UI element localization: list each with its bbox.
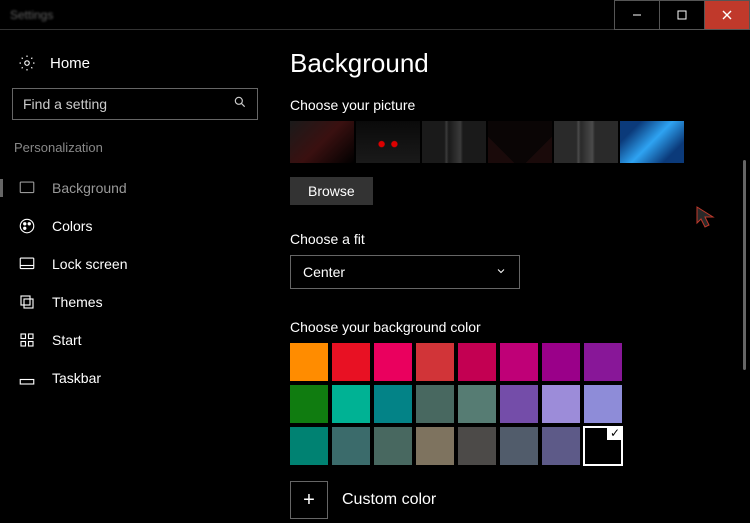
choose-color-label: Choose your background color — [290, 319, 730, 335]
sidebar-item-background[interactable]: Background — [12, 169, 258, 207]
color-swatch[interactable] — [374, 343, 412, 381]
picture-thumb[interactable] — [620, 121, 684, 163]
maximize-button[interactable] — [659, 0, 705, 30]
plus-icon: + — [303, 489, 315, 512]
color-swatch[interactable] — [332, 427, 370, 465]
custom-color-row: + Custom color — [290, 481, 730, 519]
color-swatch[interactable] — [416, 343, 454, 381]
color-swatch[interactable] — [290, 343, 328, 381]
picture-thumb[interactable] — [554, 121, 618, 163]
home-button[interactable]: Home — [12, 48, 258, 88]
color-swatch[interactable] — [458, 343, 496, 381]
scrollbar-thumb[interactable] — [743, 160, 746, 370]
color-swatch[interactable] — [290, 427, 328, 465]
section-label: Personalization — [12, 140, 258, 169]
color-swatch[interactable] — [458, 385, 496, 423]
color-swatch[interactable] — [290, 385, 328, 423]
color-swatch[interactable] — [542, 385, 580, 423]
scrollbar[interactable] — [743, 30, 746, 519]
search-input[interactable] — [23, 96, 233, 112]
color-swatch[interactable] — [416, 385, 454, 423]
color-swatch[interactable] — [584, 343, 622, 381]
close-button[interactable] — [704, 0, 750, 30]
color-swatch[interactable] — [542, 427, 580, 465]
minimize-button[interactable] — [614, 0, 660, 30]
sidebar: Home Personalization Background Colors Loc… — [0, 30, 270, 523]
picture-thumb[interactable] — [356, 121, 420, 163]
nav-label: Colors — [52, 218, 92, 234]
nav-label: Lock screen — [52, 256, 127, 272]
color-swatch[interactable] — [542, 343, 580, 381]
picture-thumb[interactable] — [290, 121, 354, 163]
window-controls — [615, 0, 750, 30]
home-label: Home — [50, 55, 90, 72]
picture-thumb[interactable] — [422, 121, 486, 163]
search-box[interactable] — [12, 88, 258, 120]
color-swatch[interactable] — [584, 385, 622, 423]
color-swatch[interactable] — [332, 385, 370, 423]
check-icon: ✓ — [607, 426, 623, 440]
custom-color-button[interactable]: + — [290, 481, 328, 519]
choose-picture-label: Choose your picture — [290, 97, 730, 113]
nav-icon — [18, 331, 36, 349]
nav-icon — [18, 217, 36, 235]
color-swatch[interactable] — [416, 427, 454, 465]
fit-value: Center — [303, 264, 345, 280]
nav-icon — [18, 369, 36, 387]
sidebar-item-start[interactable]: Start — [12, 321, 258, 359]
nav-icon — [18, 179, 36, 197]
nav-icon — [18, 293, 36, 311]
color-swatch[interactable] — [332, 343, 370, 381]
page-title: Background — [290, 48, 730, 79]
color-swatch[interactable] — [500, 343, 538, 381]
color-swatch[interactable] — [500, 427, 538, 465]
search-icon — [233, 95, 247, 114]
window-title: Settings — [10, 8, 53, 22]
sidebar-item-lock-screen[interactable]: Lock screen — [12, 245, 258, 283]
fit-dropdown[interactable]: Center — [290, 255, 520, 289]
sidebar-item-themes[interactable]: Themes — [12, 283, 258, 321]
picture-thumb[interactable] — [488, 121, 552, 163]
sidebar-item-colors[interactable]: Colors — [12, 207, 258, 245]
color-swatch[interactable] — [500, 385, 538, 423]
gear-icon — [18, 54, 36, 72]
custom-color-label: Custom color — [342, 491, 436, 509]
nav-label: Start — [52, 332, 82, 348]
color-swatch[interactable] — [458, 427, 496, 465]
sidebar-item-taskbar[interactable]: Taskbar — [12, 359, 258, 397]
color-swatches: ✓ — [290, 343, 622, 465]
color-swatch[interactable] — [374, 427, 412, 465]
chevron-down-icon — [495, 264, 507, 280]
browse-button[interactable]: Browse — [290, 177, 373, 205]
picture-thumbnails — [290, 121, 730, 163]
nav-label: Themes — [52, 294, 103, 310]
nav-label: Taskbar — [52, 370, 101, 386]
color-swatch[interactable]: ✓ — [584, 427, 622, 465]
nav-icon — [18, 255, 36, 273]
main-panel: Background Choose your picture Browse Ch… — [270, 30, 750, 523]
window-titlebar: Settings — [0, 0, 750, 30]
nav-label: Background — [52, 180, 127, 196]
color-swatch[interactable] — [374, 385, 412, 423]
choose-fit-label: Choose a fit — [290, 231, 730, 247]
